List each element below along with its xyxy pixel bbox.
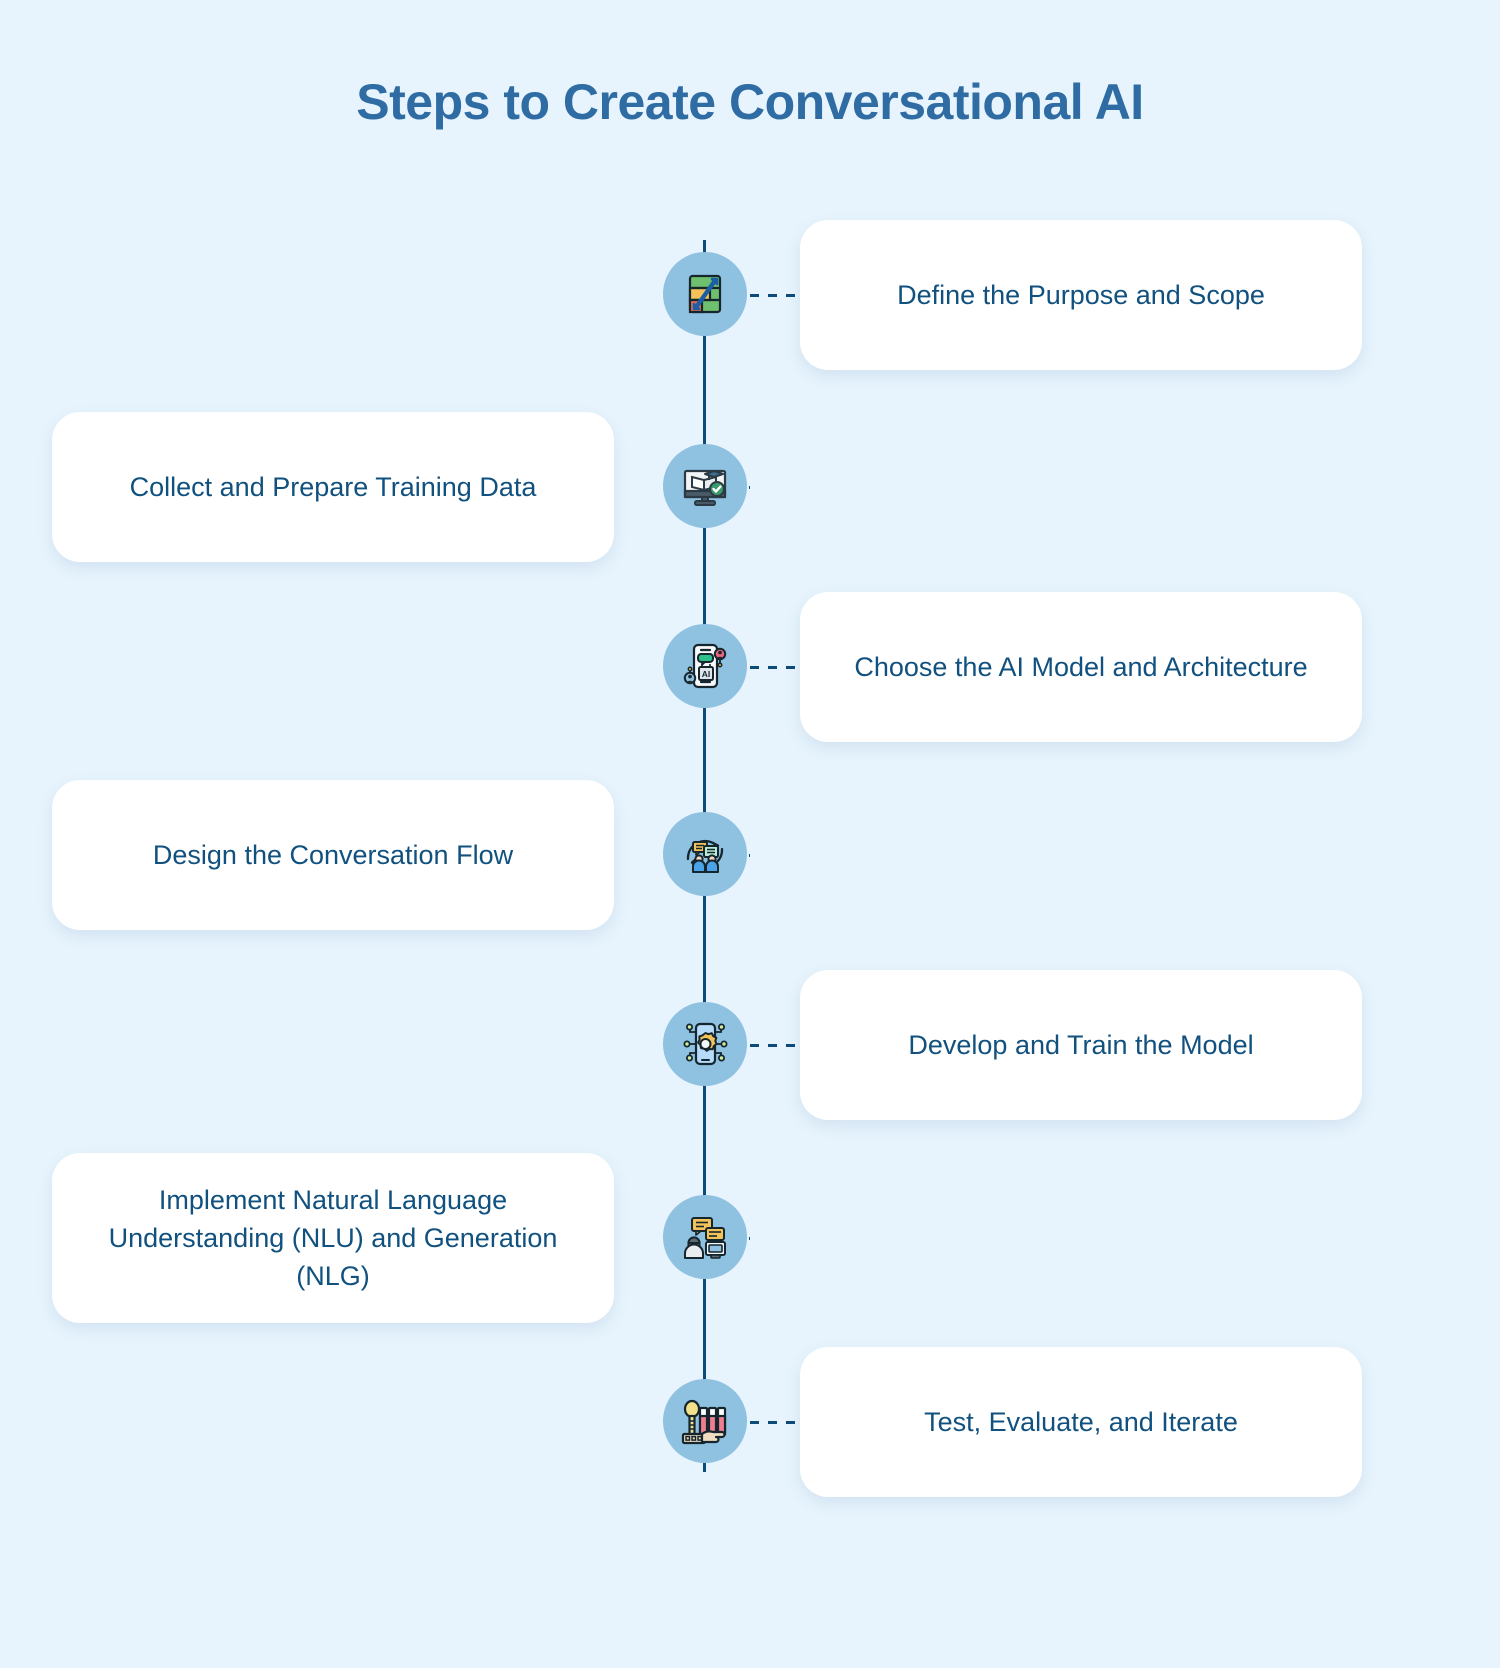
connector-line-7	[750, 1421, 805, 1424]
gear-network-phone-icon	[678, 1017, 732, 1071]
ai-chip-phone-icon: AI	[679, 640, 731, 692]
step-label-7: Test, Evaluate, and Iterate	[924, 1406, 1238, 1437]
step-label-2: Collect and Prepare Training Data	[129, 471, 537, 502]
step-card-4[interactable]: Design the Conversation Flow	[52, 780, 614, 930]
step-card-6[interactable]: Implement Natural Language Understanding…	[52, 1153, 614, 1323]
step-label-4: Design the Conversation Flow	[152, 839, 514, 870]
test-tubes-hand-icon	[678, 1394, 732, 1448]
step-card-3[interactable]: Choose the AI Model and Architecture	[800, 592, 1362, 742]
step-node-2[interactable]	[663, 444, 747, 528]
step-label-1: Define the Purpose and Scope	[897, 279, 1265, 310]
connector-line-1	[750, 294, 805, 297]
step-label-6: Implement Natural Language Understanding…	[108, 1184, 558, 1292]
connector-line-3	[750, 666, 805, 669]
step-card-1[interactable]: Define the Purpose and Scope	[800, 220, 1362, 370]
online-learning-monitor-icon	[679, 460, 731, 512]
step-node-6[interactable]	[663, 1195, 747, 1279]
step-node-4[interactable]	[663, 812, 747, 896]
chat-person-screen-icon	[678, 1210, 732, 1264]
timeline: Define the Purpose and Scope Collect and…	[0, 0, 1500, 1668]
conversation-loop-icon	[678, 827, 732, 881]
step-label-5: Develop and Train the Model	[908, 1029, 1254, 1060]
step-card-7[interactable]: Test, Evaluate, and Iterate	[800, 1347, 1362, 1497]
step-node-3[interactable]: AI	[663, 624, 747, 708]
infographic-page: Steps to Create Conversational AI Define…	[0, 0, 1500, 1668]
step-label-3: Choose the AI Model and Architecture	[854, 651, 1308, 682]
step-node-5[interactable]	[663, 1002, 747, 1086]
svg-text:AI: AI	[702, 669, 711, 679]
step-node-7[interactable]	[663, 1379, 747, 1463]
connector-line-5	[750, 1044, 805, 1047]
growth-chart-arrow-icon	[679, 268, 731, 320]
step-card-2[interactable]: Collect and Prepare Training Data	[52, 412, 614, 562]
step-card-5[interactable]: Develop and Train the Model	[800, 970, 1362, 1120]
step-node-1[interactable]	[663, 252, 747, 336]
